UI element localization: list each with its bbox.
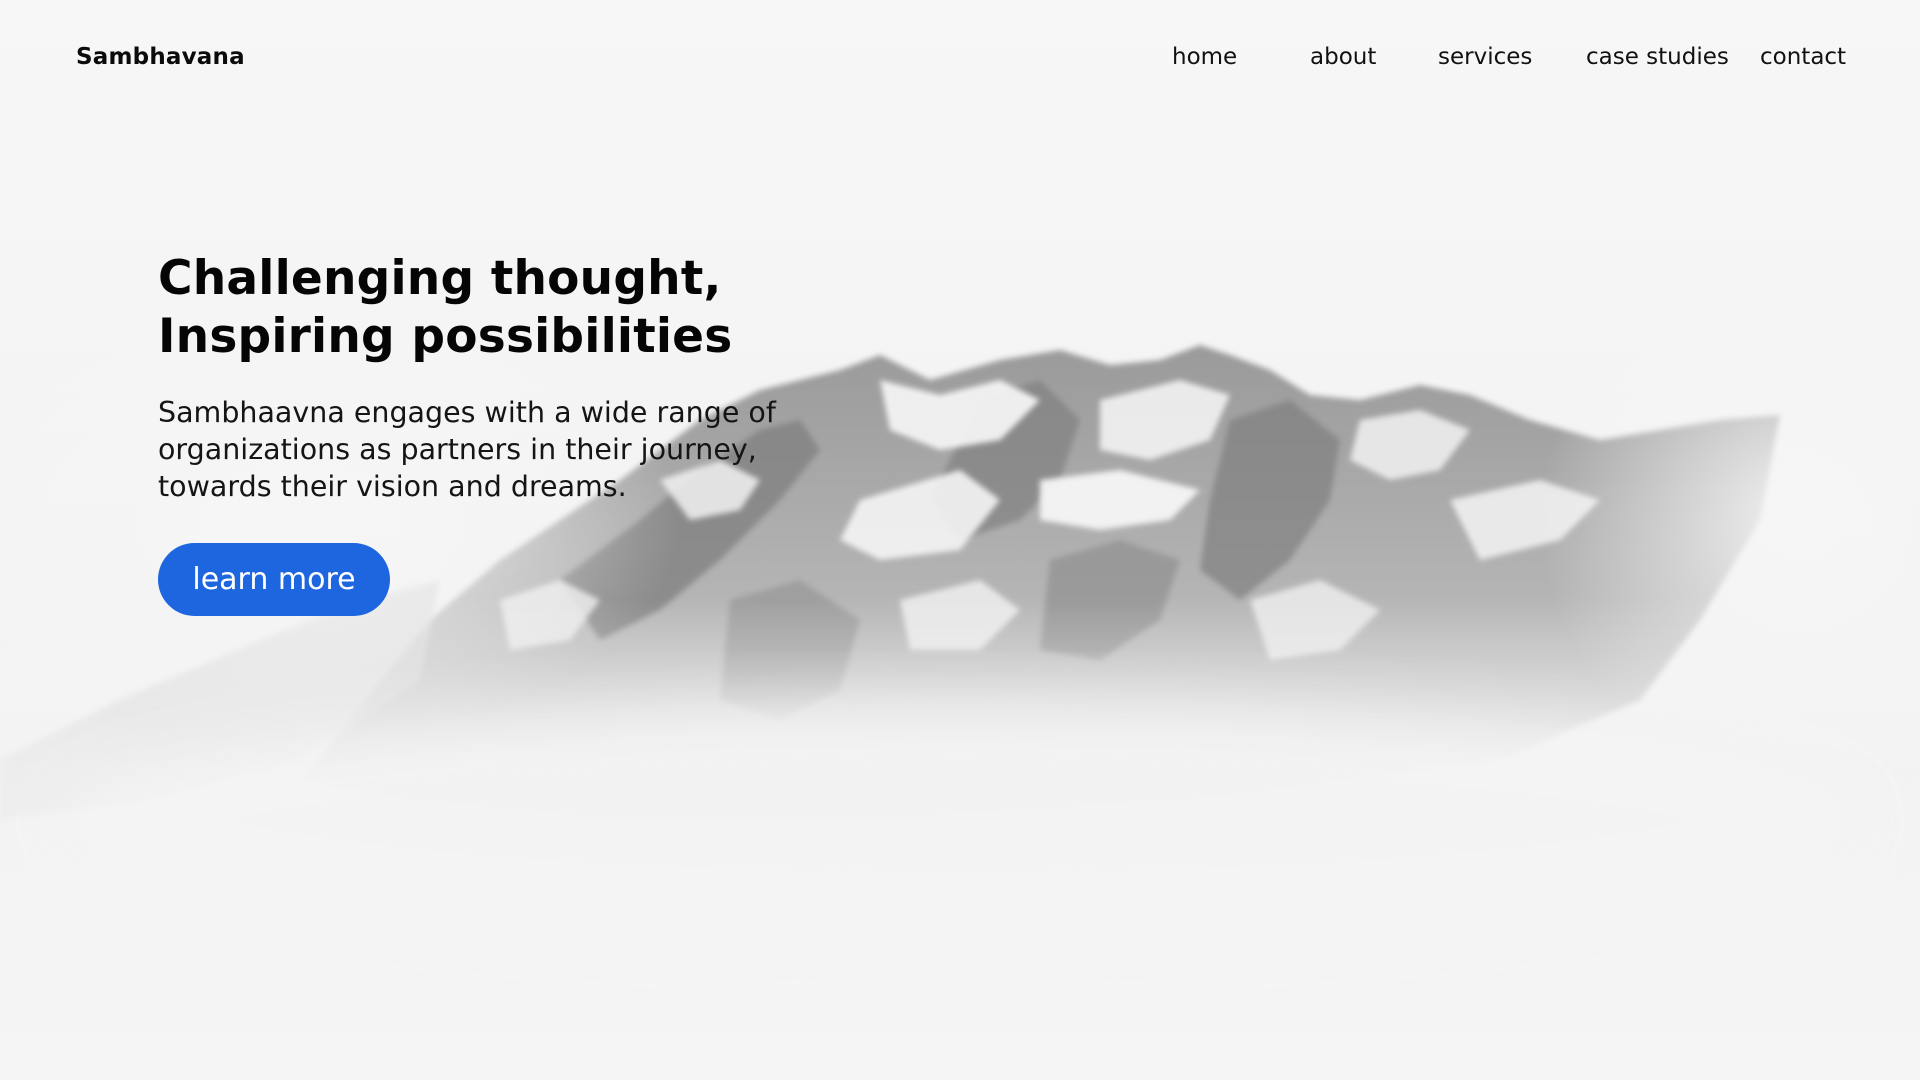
hero-section: Challenging thought, Inspiring possibili… — [158, 250, 878, 616]
nav-home-link[interactable]: home — [1172, 44, 1237, 70]
landing-page: Sambhavana home about services case stud… — [0, 0, 1920, 1080]
hero-description-line-3: towards their vision and dreams. — [158, 470, 627, 503]
site-header: Sambhavana home about services case stud… — [0, 0, 1920, 120]
hero-description-line-1: Sambhaavna engages with a wide range of — [158, 396, 776, 429]
learn-more-button[interactable]: learn more — [158, 543, 390, 616]
hero-title-line-1: Challenging thought, — [158, 251, 722, 306]
nav-contact-link[interactable]: contact — [1760, 44, 1846, 70]
hero-description: Sambhaavna engages with a wide range of … — [158, 394, 858, 505]
main-nav: home about services case studies contact — [1172, 44, 1872, 74]
nav-services-link[interactable]: services — [1438, 44, 1532, 70]
hero-title: Challenging thought, Inspiring possibili… — [158, 250, 878, 366]
nav-about-link[interactable]: about — [1310, 44, 1376, 70]
hero-description-line-2: organizations as partners in their journ… — [158, 433, 757, 466]
nav-case-studies-link[interactable]: case studies — [1586, 44, 1729, 70]
brand-logo-text[interactable]: Sambhavana — [76, 44, 245, 70]
hero-title-line-2: Inspiring possibilities — [158, 309, 733, 364]
